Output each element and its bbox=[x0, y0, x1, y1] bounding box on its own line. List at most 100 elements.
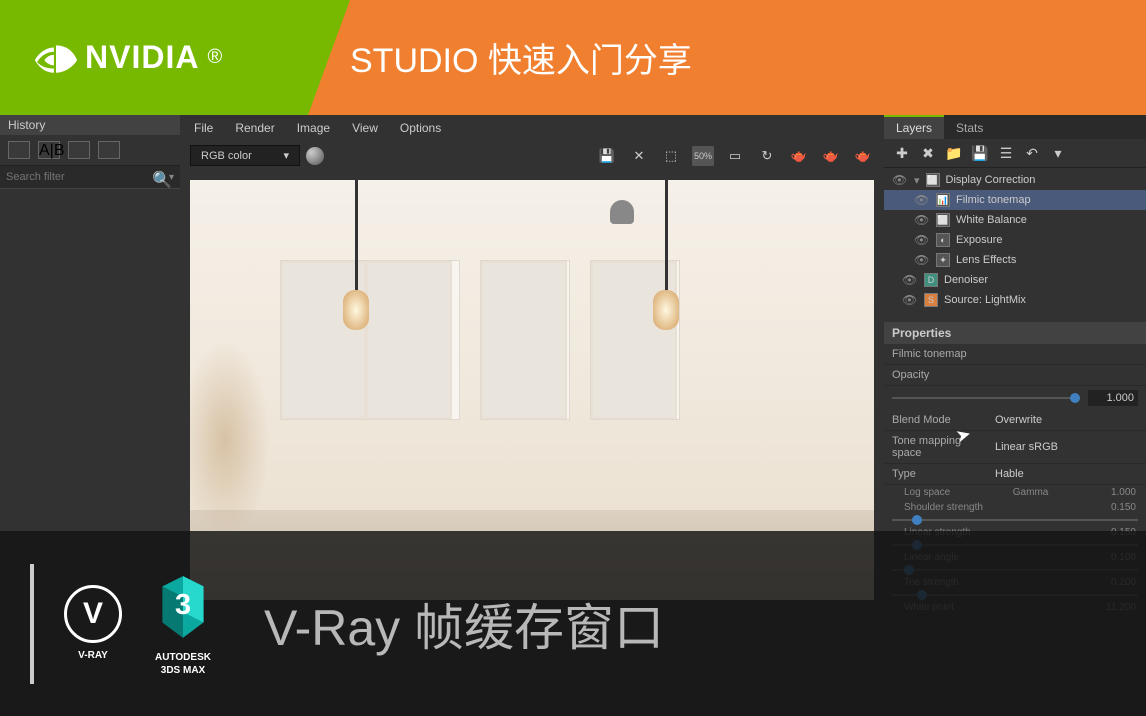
shoulder-label: Shoulder strength bbox=[904, 502, 983, 513]
save-icon[interactable]: 💾 bbox=[596, 146, 618, 166]
overlay-title: V-Ray 帧缓存窗口 bbox=[264, 588, 664, 660]
tone-value: Linear sRGB bbox=[995, 441, 1058, 453]
prop-opacity-label: Opacity bbox=[884, 365, 1146, 386]
layer-source[interactable]: 👁 S Source: LightMix bbox=[884, 290, 1146, 310]
region-icon[interactable]: ⬚ bbox=[660, 146, 682, 166]
divider bbox=[30, 564, 34, 684]
layer-white-balance[interactable]: 👁 ⬜ White Balance bbox=[884, 210, 1146, 230]
eye-icon[interactable]: 👁 bbox=[914, 253, 930, 267]
zoom-level[interactable]: 50% bbox=[692, 146, 714, 166]
refresh-icon[interactable]: ↻ bbox=[756, 146, 778, 166]
bottom-overlay: V V-RAY 3 AUTODESK3DS MAX V-Ray 帧缓存窗口 bbox=[0, 531, 1146, 716]
layer-label: Source: LightMix bbox=[944, 294, 1026, 306]
sub-shoulder: Shoulder strength 0.150 bbox=[884, 500, 1146, 515]
teapot-stop-icon[interactable]: 🫖 bbox=[852, 146, 874, 166]
blend-label: Blend Mode bbox=[892, 414, 987, 426]
teapot-render-icon[interactable]: 🫖 bbox=[788, 146, 810, 166]
tab-stats[interactable]: Stats bbox=[944, 115, 995, 139]
remove-layer-icon[interactable]: ✖ bbox=[918, 144, 938, 162]
eye-icon[interactable]: 👁 bbox=[902, 273, 918, 287]
nvidia-text: NVIDIA bbox=[85, 39, 199, 76]
color-mode-label: RGB color bbox=[201, 150, 252, 162]
layer-filmic[interactable]: 👁 📊 Filmic tonemap bbox=[884, 190, 1146, 210]
search-row: 🔍 ▾ bbox=[0, 166, 180, 189]
banner-title-section: STUDIO 快速入门分享 bbox=[300, 0, 1146, 115]
menu-image[interactable]: Image bbox=[297, 121, 330, 135]
layer-label: White Balance bbox=[956, 214, 1027, 226]
history-view-ab-icon[interactable]: A|B bbox=[38, 141, 60, 159]
menu-view[interactable]: View bbox=[352, 121, 378, 135]
eye-icon[interactable]: 👁 bbox=[902, 293, 918, 307]
teapot-ipr-icon[interactable]: 🫖 bbox=[820, 146, 842, 166]
layer-exposure[interactable]: 👁 ◐ Exposure bbox=[884, 230, 1146, 250]
history-view-a-icon[interactable] bbox=[8, 141, 30, 159]
prop-type[interactable]: Type Hable bbox=[884, 464, 1146, 485]
history-view-b-icon[interactable] bbox=[68, 141, 90, 159]
search-input[interactable] bbox=[6, 171, 152, 183]
layer-display-correction[interactable]: 👁 ▾ ⬜ Display Correction bbox=[884, 170, 1146, 190]
menu-file[interactable]: File bbox=[194, 121, 213, 135]
layer-label: Exposure bbox=[956, 234, 1002, 246]
opacity-slider[interactable]: 1.000 bbox=[884, 386, 1146, 410]
layer-denoiser[interactable]: 👁 D Denoiser bbox=[884, 270, 1146, 290]
nvidia-eye-icon bbox=[35, 37, 77, 79]
gamma-label: Gamma bbox=[1013, 487, 1049, 498]
pan-icon[interactable]: ▭ bbox=[724, 146, 746, 166]
type-label: Type bbox=[892, 468, 987, 480]
opacity-value[interactable]: 1.000 bbox=[1088, 390, 1138, 406]
type-value: Hable bbox=[995, 468, 1024, 480]
eye-icon[interactable]: 👁 bbox=[892, 173, 908, 187]
vray-label: V-RAY bbox=[78, 649, 108, 662]
menu-options[interactable]: Options bbox=[400, 121, 441, 135]
add-layer-icon[interactable]: ✚ bbox=[892, 144, 912, 162]
prop-name: Filmic tonemap bbox=[884, 344, 1146, 365]
layer-label: Filmic tonemap bbox=[956, 194, 1031, 206]
banner-title: STUDIO 快速入门分享 bbox=[350, 33, 692, 82]
layer-label: Lens Effects bbox=[956, 254, 1016, 266]
list-icon[interactable]: ☰ bbox=[996, 144, 1016, 162]
layer-lens-effects[interactable]: 👁 ✦ Lens Effects bbox=[884, 250, 1146, 270]
prop-name-value: Filmic tonemap bbox=[892, 348, 967, 360]
shoulder-slider[interactable] bbox=[884, 515, 1146, 525]
prop-blend-mode[interactable]: Blend Mode Overwrite bbox=[884, 410, 1146, 431]
layer-label: Denoiser bbox=[944, 274, 988, 286]
vray-logo-col: V V-RAY bbox=[64, 585, 122, 662]
eye-icon[interactable]: 👁 bbox=[914, 233, 930, 247]
tone-label: Tone mapping space bbox=[892, 435, 987, 459]
prop-tone-space[interactable]: Tone mapping space Linear sRGB bbox=[884, 431, 1146, 464]
menu-render[interactable]: Render bbox=[235, 121, 274, 135]
history-toolbar: A|B bbox=[0, 135, 180, 166]
color-channel-select[interactable]: RGB color ▾ bbox=[190, 145, 300, 166]
tab-layers[interactable]: Layers bbox=[884, 115, 944, 139]
layer-toolbar: ✚ ✖ 📁 💾 ☰ ↶ ▾ bbox=[884, 139, 1146, 168]
vray-logo-icon: V bbox=[64, 585, 122, 643]
layer-list: 👁 ▾ ⬜ Display Correction 👁 📊 Filmic tone… bbox=[884, 168, 1146, 312]
gamma-value[interactable]: 1.000 bbox=[1111, 487, 1136, 498]
history-title: History bbox=[0, 115, 180, 135]
search-icon[interactable]: 🔍 bbox=[152, 170, 166, 184]
blend-value: Overwrite bbox=[995, 414, 1042, 426]
folder-icon[interactable]: 📁 bbox=[944, 144, 964, 162]
chevron-down-icon: ▾ bbox=[283, 149, 289, 162]
menu-bar: File Render Image View Options bbox=[180, 115, 884, 141]
history-view-c-icon[interactable] bbox=[98, 141, 120, 159]
sub-log-gamma: Log space Gamma 1.000 bbox=[884, 485, 1146, 500]
layer-label: Display Correction bbox=[946, 174, 1036, 186]
tab-row: Layers Stats bbox=[884, 115, 1146, 139]
top-banner: NVIDIA® STUDIO 快速入门分享 bbox=[0, 0, 1146, 115]
nvidia-section: NVIDIA® bbox=[0, 0, 350, 115]
eye-icon[interactable]: 👁 bbox=[914, 213, 930, 227]
material-preview-icon[interactable] bbox=[306, 147, 324, 165]
undo-icon[interactable]: ↶ bbox=[1022, 144, 1042, 162]
svg-text:3: 3 bbox=[175, 589, 191, 621]
properties-header: Properties bbox=[884, 322, 1146, 344]
chevron-down-icon[interactable]: ▾ bbox=[1048, 144, 1068, 162]
delete-icon[interactable]: ✕ bbox=[628, 146, 650, 166]
shoulder-value[interactable]: 0.150 bbox=[1111, 502, 1136, 513]
dropdown-icon[interactable]: ▾ bbox=[169, 172, 174, 183]
save-layers-icon[interactable]: 💾 bbox=[970, 144, 990, 162]
autodesk-label: AUTODESK3DS MAX bbox=[155, 651, 211, 677]
eye-icon[interactable]: 👁 bbox=[914, 193, 930, 207]
3dsmax-logo-icon: 3 bbox=[152, 571, 214, 645]
opacity-label: Opacity bbox=[892, 369, 929, 381]
